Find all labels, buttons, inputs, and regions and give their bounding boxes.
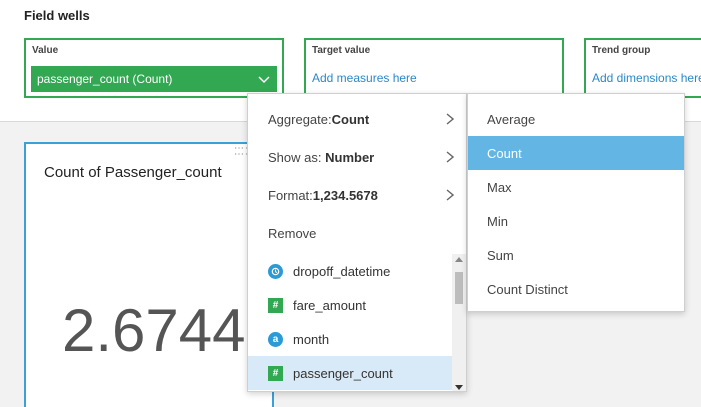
- field-list: dropoff_datetime # fare_amount a month #…: [248, 254, 466, 391]
- value-well[interactable]: Value passenger_count (Count): [24, 38, 284, 98]
- chevron-right-icon: [446, 189, 454, 201]
- show-as-value: Number: [325, 149, 375, 165]
- trend-group-well[interactable]: Trend group Add dimensions here: [584, 38, 701, 98]
- aggregate-value: Count: [331, 111, 370, 127]
- show-as-prefix: Show as:: [268, 149, 322, 165]
- trend-group-placeholder[interactable]: Add dimensions here: [592, 71, 701, 85]
- scroll-up-icon[interactable]: [455, 257, 463, 262]
- aggregate-option-min[interactable]: Min: [468, 204, 684, 238]
- value-field-chip[interactable]: passenger_count (Count): [31, 66, 277, 92]
- field-context-menu: Aggregate: Count Show as: Number Format:…: [247, 93, 467, 392]
- scroll-down-icon[interactable]: [455, 385, 463, 390]
- chevron-down-icon[interactable]: [257, 72, 271, 86]
- value-well-label: Value: [32, 45, 59, 56]
- aggregate-submenu: Average Count Max Min Sum Count Distinct: [467, 93, 685, 312]
- aggregate-prefix: Aggregate:: [268, 111, 332, 127]
- field-item-month[interactable]: a month: [248, 322, 452, 356]
- aggregate-option-max[interactable]: Max: [468, 170, 684, 204]
- field-name: passenger_count: [293, 365, 393, 381]
- format-prefix: Format:: [268, 187, 313, 203]
- menu-item-format[interactable]: Format: 1,234.5678: [248, 178, 466, 212]
- field-name: month: [293, 331, 330, 347]
- value-field-chip-label: passenger_count (Count): [37, 72, 173, 86]
- aggregate-option-count-distinct[interactable]: Count Distinct: [468, 272, 684, 306]
- chevron-right-icon: [446, 151, 454, 163]
- menu-item-show-as[interactable]: Show as: Number: [248, 140, 466, 174]
- target-value-well[interactable]: Target value Add measures here: [304, 38, 564, 98]
- scroll-thumb[interactable]: [455, 272, 463, 304]
- aggregate-option-average[interactable]: Average: [468, 102, 684, 136]
- target-value-well-label: Target value: [312, 45, 371, 56]
- field-item-passenger-count[interactable]: # passenger_count: [248, 356, 452, 390]
- visual-title: Count of Passenger_count: [44, 164, 222, 181]
- menu-item-remove[interactable]: Remove: [248, 216, 466, 250]
- field-name: fare_amount: [293, 297, 366, 313]
- chevron-right-icon: [446, 113, 454, 125]
- string-type-icon: a: [268, 331, 283, 347]
- field-wells-title: Field wells: [24, 8, 90, 23]
- field-list-scrollbar[interactable]: [452, 254, 466, 391]
- kpi-visual[interactable]: ⋯⋯ ⋯⋯ Count of Passenger_count 2.67448: [24, 142, 279, 407]
- field-item-fare-amount[interactable]: # fare_amount: [248, 288, 452, 322]
- field-item-dropoff-datetime[interactable]: dropoff_datetime: [248, 254, 452, 288]
- format-value: 1,234.5678: [312, 187, 378, 203]
- aggregate-option-count[interactable]: Count: [468, 136, 684, 170]
- target-value-placeholder[interactable]: Add measures here: [312, 71, 417, 85]
- trend-group-well-label: Trend group: [592, 45, 651, 56]
- aggregate-option-sum[interactable]: Sum: [468, 238, 684, 272]
- date-type-icon: [268, 263, 283, 279]
- field-name: dropoff_datetime: [293, 263, 391, 279]
- number-type-icon: #: [268, 365, 283, 381]
- menu-item-aggregate[interactable]: Aggregate: Count: [248, 102, 466, 136]
- number-type-icon: #: [268, 297, 283, 313]
